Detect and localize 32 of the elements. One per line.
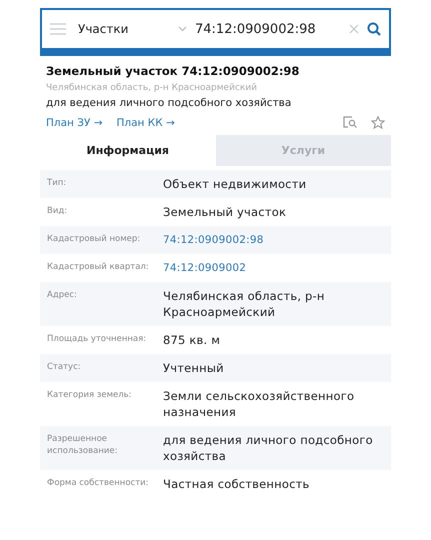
cadastral-link[interactable]: 74:12:0909002:98 xyxy=(163,232,385,248)
close-icon[interactable] xyxy=(349,24,359,34)
menu-icon[interactable] xyxy=(50,23,66,35)
plan-link[interactable]: План ЗУ → xyxy=(46,116,103,128)
field-label: Кадастровый номер: xyxy=(47,233,142,245)
field-value: Земли сельскохозяйственного назначения xyxy=(163,388,356,420)
field-label: Тип: xyxy=(47,177,68,189)
field-value: Объект недвижимости xyxy=(163,176,308,192)
plan-link[interactable]: План КК → xyxy=(116,116,175,128)
star-icon[interactable] xyxy=(371,116,385,129)
field-value: Учтенный xyxy=(163,360,225,376)
field-label: Статус: xyxy=(47,361,82,373)
field-label: Площадь уточненная: xyxy=(47,333,148,345)
field-label: Разрешенное использование: xyxy=(47,433,119,457)
purpose-text: для ведения личного подсобного хозяйства xyxy=(46,97,292,109)
field-label: Форма собственности: xyxy=(47,477,150,489)
chevron-down-icon[interactable] xyxy=(178,26,187,32)
parcel-title: Земельный участок 74:12:0909002:98 xyxy=(46,64,300,78)
field-label: Категория земель: xyxy=(47,389,133,401)
region-text: Челябинская область, р-н Красноармейский xyxy=(46,83,258,93)
field-value: 875 кв. м xyxy=(163,332,222,348)
field-value: Земельный участок xyxy=(163,204,288,220)
category-select[interactable]: Участки xyxy=(74,22,170,36)
cadastral-link[interactable]: 74:12:0909002 xyxy=(163,260,385,276)
search-icon[interactable] xyxy=(367,22,381,36)
map-search-icon[interactable] xyxy=(343,116,357,129)
field-value: Частная собственность xyxy=(163,476,310,492)
field-label: Адрес: xyxy=(47,289,78,301)
field-value: Челябинская область, р-н Красноармейский xyxy=(163,288,326,320)
field-value: для ведения личного подсобного хозяйства xyxy=(163,432,374,464)
field-label: Кадастровый квартал: xyxy=(47,261,150,273)
field-label: Вид: xyxy=(47,205,68,217)
